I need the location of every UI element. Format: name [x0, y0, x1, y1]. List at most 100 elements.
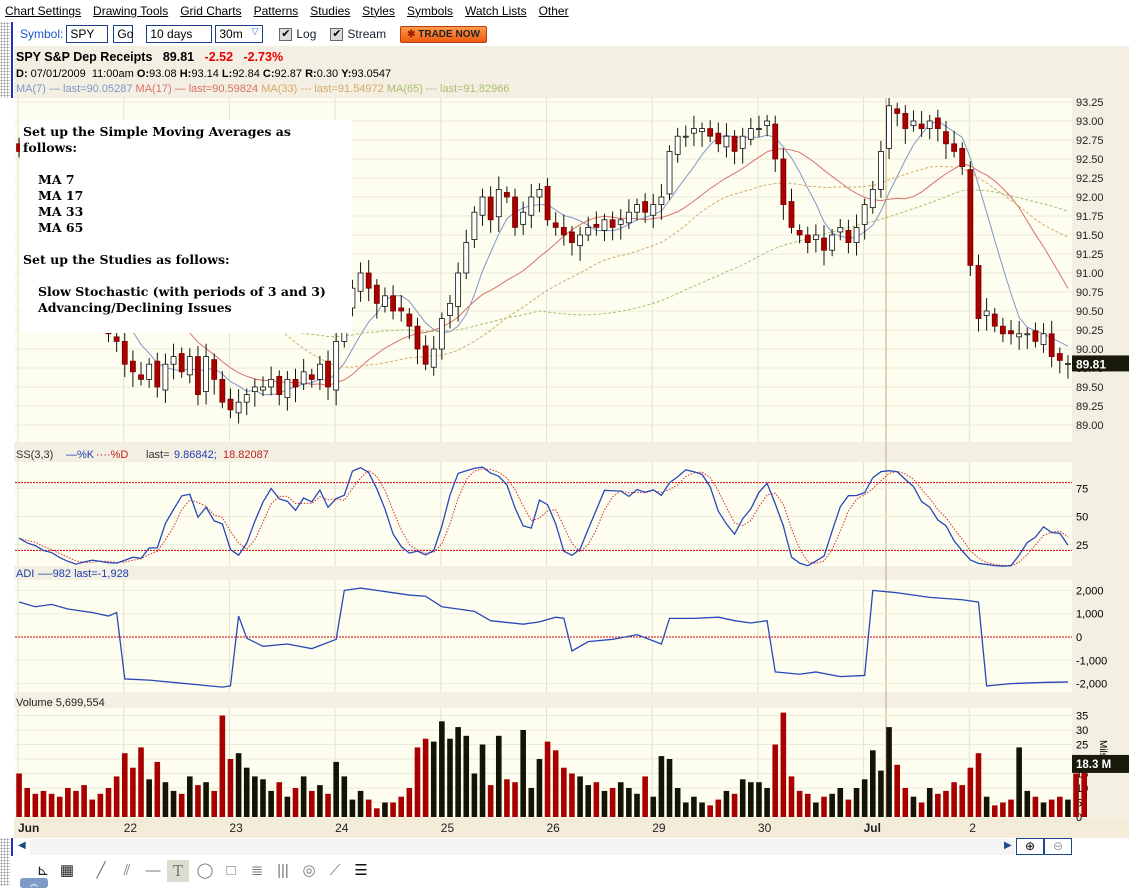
candle-body — [991, 313, 998, 327]
horizontal-line-icon[interactable]: — — [142, 860, 164, 882]
chevron-down-icon: ▽ — [251, 26, 259, 36]
volume-bar — [1000, 802, 1006, 817]
volume-bar — [650, 796, 657, 817]
scroll-track[interactable] — [30, 839, 1015, 855]
fibonacci-retracement-icon[interactable]: ≣ — [246, 860, 268, 882]
line-width-icon[interactable]: ☰ — [350, 860, 372, 882]
line-tool-icon[interactable]: ╱ — [90, 860, 112, 882]
candle-body — [438, 318, 445, 350]
candle-body — [609, 219, 616, 228]
volume-bar — [813, 802, 819, 817]
menu-styles[interactable]: Styles — [362, 4, 395, 18]
volume-bar — [829, 793, 835, 817]
log-checkbox[interactable]: ✔ — [279, 27, 293, 41]
candle-body — [243, 394, 250, 403]
chart-scrollbar[interactable]: ◀ ▶ ⊕ ⊖ — [14, 838, 1129, 856]
candle-body — [495, 189, 502, 218]
volume-bar — [195, 785, 201, 817]
ma-legend-item: MA(17) — last=90.59824 — [135, 83, 262, 95]
candle-body — [325, 360, 331, 388]
volume-bar — [292, 788, 299, 817]
volume-bar — [609, 788, 616, 817]
candle-body — [447, 302, 453, 316]
grid-select-icon[interactable]: ▦ — [56, 860, 78, 882]
volume-bar — [804, 793, 811, 817]
menu-drawing-tools[interactable]: Drawing Tools — [93, 4, 168, 18]
volume-bar — [1008, 799, 1014, 817]
zoom-in-icon[interactable]: ⊕ — [1016, 838, 1044, 855]
candle-body — [788, 201, 795, 228]
collapse-toolbar-icon[interactable]: ︽ — [20, 878, 48, 888]
stream-label: Stream — [347, 27, 387, 41]
date-label: 25 — [441, 821, 455, 835]
readout-value: 92.84 — [232, 68, 263, 80]
volume-bar — [455, 727, 461, 817]
volume-bar — [357, 790, 364, 817]
fan-tool-icon[interactable]: ⟋ — [324, 860, 346, 882]
menu-patterns[interactable]: Patterns — [254, 4, 299, 18]
trade-now-button[interactable]: ✱ TRADE NOW — [400, 25, 487, 43]
volume-bar — [211, 790, 218, 817]
interval-select[interactable]: 30m ▽ — [215, 25, 264, 43]
date-label: Jul — [864, 821, 881, 835]
candle-body — [764, 120, 770, 126]
ma-legend-item: MA(65) --- last=91.82966 — [386, 83, 513, 95]
candle-body — [479, 196, 486, 216]
volume-bar — [178, 793, 185, 817]
ma-legend-item: MA(33) --- last=91.54972 — [261, 83, 387, 95]
note-line: Advancing/Declining Issues — [38, 300, 232, 315]
volume-bar — [894, 764, 900, 817]
scroll-left-icon[interactable]: ◀ — [18, 840, 26, 851]
candle-body — [902, 112, 909, 129]
date-label: 23 — [229, 821, 243, 835]
volume-bar — [585, 785, 592, 817]
readout-key: O: — [136, 68, 150, 80]
volume-bar — [617, 782, 624, 817]
sparkle-icon: ✱ — [407, 28, 419, 40]
candle-body — [886, 105, 892, 149]
volume-bar — [666, 759, 673, 817]
candle-body — [878, 151, 884, 190]
menu-chart-settings[interactable]: Chart Settings — [5, 4, 81, 18]
candle-body — [967, 169, 974, 266]
candle-body — [487, 196, 494, 221]
candle-body — [154, 360, 161, 388]
menu-grid-charts[interactable]: Grid Charts — [180, 4, 241, 18]
scroll-right-icon[interactable]: ▶ — [1004, 840, 1012, 851]
candle-body — [560, 226, 567, 236]
price-tick: 91.25 — [1076, 249, 1104, 261]
menu-other[interactable]: Other — [539, 4, 569, 18]
spiral-tool-icon[interactable]: ◎ — [298, 860, 320, 882]
menu-symbols[interactable]: Symbols — [407, 4, 453, 18]
candle-body — [894, 108, 901, 114]
volume-bar — [24, 788, 30, 817]
note-line: MA 7 — [38, 172, 75, 187]
volume-bar — [203, 782, 209, 817]
rectangle-tool-icon[interactable]: □ — [220, 860, 242, 882]
volume-bar — [374, 808, 380, 817]
menu-studies[interactable]: Studies — [310, 4, 350, 18]
time-lines-icon[interactable]: ||| — [272, 860, 294, 882]
menu-watch-lists[interactable]: Watch Lists — [465, 4, 527, 18]
ellipse-tool-icon[interactable]: ◯ — [194, 860, 216, 882]
volume-bar — [748, 782, 754, 817]
volume-bar — [81, 785, 87, 817]
volume-bar — [1016, 747, 1022, 817]
candle-body — [577, 234, 583, 247]
volume-bar — [552, 750, 559, 817]
symbol-input[interactable]: SPY — [66, 25, 109, 43]
candle-body — [308, 374, 315, 380]
volume-label: Volume 5,699,554 — [16, 697, 105, 709]
volume-bar — [601, 790, 608, 817]
readout-key: D: — [16, 68, 28, 80]
text-tool-icon[interactable]: T — [167, 860, 189, 882]
candle-body — [284, 378, 291, 399]
go-button[interactable]: Go — [113, 25, 133, 43]
candle-body — [642, 201, 649, 213]
range-select[interactable]: 10 days — [146, 25, 213, 43]
volume-bar — [780, 712, 787, 817]
stream-checkbox[interactable]: ✔ — [330, 27, 344, 41]
zoom-out-icon[interactable]: ⊖ — [1044, 838, 1072, 855]
quote-title-row: SPY S&P Dep Receipts 89.81 -2.52 -2.73% — [16, 50, 283, 64]
parallel-lines-icon[interactable]: ⫽ — [116, 860, 138, 882]
